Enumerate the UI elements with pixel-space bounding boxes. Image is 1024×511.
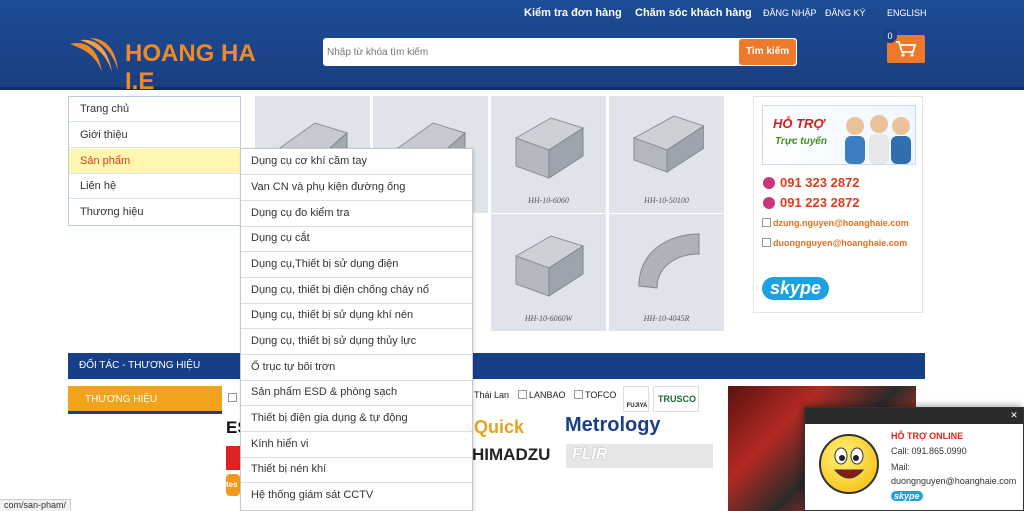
track-order-link[interactable]: Kiểm tra đơn hàng	[524, 7, 622, 19]
popup-mail-label: Mail:	[891, 462, 911, 472]
menu-item-hand-tools[interactable]: Dụng cụ cơ khí cầm tay	[241, 149, 472, 175]
search-box: Tìm kiếm	[323, 38, 797, 66]
site-logo[interactable]: HOANG HA I.E	[68, 36, 258, 95]
brand-logo[interactable]	[226, 389, 240, 409]
product-tile[interactable]: HH-10-4045R	[609, 214, 724, 331]
menu-item-electric[interactable]: Dụng cụ,Thiết bị sử dụng điện	[241, 252, 472, 278]
support-banner: HỖ TRỢ Trực tuyến	[762, 105, 916, 165]
cart-icon	[896, 41, 917, 57]
menu-item-valves[interactable]: Van CN và phụ kiện đường ống	[241, 175, 472, 201]
logo-text: HOANG HA I.E	[125, 40, 255, 95]
products-dropdown-menu: Dụng cụ cơ khí cầm tay Van CN và phụ kiệ…	[240, 148, 473, 511]
sidebar-item-about[interactable]: Giới thiệu	[69, 123, 240, 148]
search-input[interactable]	[327, 42, 732, 62]
popup-mail-value[interactable]: duongnguyen@hoanghaie.com	[891, 476, 1016, 486]
support-phone-1[interactable]: 091 323 2872	[763, 175, 860, 190]
email-icon	[762, 238, 771, 247]
aluminum-profile-image	[632, 115, 704, 173]
status-bar-url: com/san-pham/	[0, 499, 72, 511]
brand-logo-quick[interactable]: Quick	[474, 417, 524, 438]
register-link[interactable]: ĐĂNG KÝ	[825, 8, 866, 18]
top-links: Kiểm tra đơn hàng Chăm sóc khách hàng ĐĂ…	[0, 7, 1024, 21]
support-agents-image	[845, 115, 911, 164]
support-email-2[interactable]: duongnguyen@hoanghaie.com	[762, 238, 907, 248]
sidebar-item-products[interactable]: Sản phẩm	[69, 149, 240, 174]
support-title: HỖ TRỢ	[773, 116, 825, 131]
product-caption: HH-10-6060W	[524, 314, 573, 323]
broken-image-icon	[574, 390, 583, 399]
popup-title: HỖ TRỢ ONLINE	[891, 431, 964, 441]
brand-logo-shimadzu[interactable]: HIMADZU	[472, 445, 550, 465]
brand-logo[interactable]: TOFCO	[572, 386, 620, 406]
broken-image-icon	[518, 390, 527, 399]
login-link[interactable]: ĐĂNG NHẬP	[763, 8, 817, 18]
sidebar-menu: Trang chủ Giới thiệu Sản phẩm Liên hệ Th…	[68, 96, 241, 226]
popup-header: ✕	[805, 408, 1023, 424]
partners-title: ĐỐI TÁC - THƯƠNG HIỆU	[79, 360, 201, 371]
product-caption: HH-10-4045R	[643, 314, 690, 323]
close-icon[interactable]: ✕	[1009, 410, 1019, 420]
menu-item-cctv[interactable]: Hệ thống giám sát CCTV	[241, 483, 472, 509]
brand-logo-partial-testo[interactable]: tes	[226, 474, 240, 496]
customer-care-link[interactable]: Chăm sóc khách hàng	[635, 7, 752, 19]
sidebar-item-contact[interactable]: Liên hệ	[69, 174, 240, 199]
cart-button[interactable]: 0	[883, 29, 925, 63]
online-support-popup: ✕ HỖ TRỢ ONLINE Call: 091.865.0990 Mail:…	[804, 407, 1024, 511]
support-subtitle: Trực tuyến	[775, 136, 827, 147]
viber-icon	[763, 197, 775, 209]
brand-logo-partial[interactable]: ES	[226, 418, 240, 438]
sidebar-item-home[interactable]: Trang chủ	[69, 97, 240, 122]
menu-item-explosion-proof[interactable]: Dụng cụ, thiết bị điện chống cháy nổ	[241, 278, 472, 304]
product-caption: HH-10-50100	[644, 196, 689, 205]
language-link[interactable]: ENGLISH	[887, 8, 927, 18]
support-email-1[interactable]: dzung.nguyen@hoanghaie.com	[762, 218, 909, 228]
menu-item-compressor[interactable]: Thiết bị nén khí	[241, 457, 472, 483]
brand-logo-flir[interactable]: FLIR	[566, 444, 713, 468]
skype-button[interactable]: skype	[891, 491, 923, 501]
product-tile[interactable]: HH-10-50100	[609, 96, 724, 213]
partners-bar: ĐỐI TÁC - THƯƠNG HIỆU	[68, 353, 925, 379]
skype-button[interactable]: skype	[762, 277, 830, 300]
product-tile[interactable]: HH-10-6060	[491, 96, 606, 213]
aluminum-profile-image	[638, 233, 700, 289]
aluminum-profile-image	[514, 117, 585, 179]
email-icon	[762, 218, 771, 227]
menu-item-pneumatic[interactable]: Dụng cụ, thiết bị sử dụng khí nén	[241, 303, 472, 329]
menu-item-appliances[interactable]: Thiết bị điện gia dụng & tự động	[241, 406, 472, 432]
brands-tab[interactable]: THƯƠNG HIỆU	[68, 386, 222, 414]
logo-mark-icon	[70, 38, 118, 72]
support-box: HỖ TRỢ Trực tuyến 091 323 2872 091 223 2…	[753, 96, 923, 313]
brand-logo-fujiya[interactable]: FUJIYA	[623, 386, 649, 412]
brand-logo[interactable]: Thái Lan	[472, 386, 512, 406]
site-header: Kiểm tra đơn hàng Chăm sóc khách hàng ĐĂ…	[0, 0, 1024, 95]
smiley-icon	[819, 434, 879, 494]
menu-item-bearings[interactable]: Ổ trục tự bôi trơn	[241, 355, 472, 381]
brand-logo-trusco[interactable]: TRUSCO	[653, 386, 699, 412]
brand-logo[interactable]: LANBAO	[516, 386, 568, 406]
brand-logo-partial-red[interactable]	[226, 446, 240, 470]
aluminum-profile-image	[514, 235, 585, 297]
product-caption: HH-10-6060	[528, 196, 569, 205]
brand-logo-metrology[interactable]: Metrology	[565, 414, 661, 436]
menu-item-microscope[interactable]: Kính hiển vi	[241, 432, 472, 458]
search-button[interactable]: Tìm kiếm	[739, 39, 796, 65]
sidebar-item-brands[interactable]: Thương hiệu	[69, 200, 240, 225]
broken-image-icon	[228, 393, 237, 402]
product-tile[interactable]: HH-10-6060W	[491, 214, 606, 331]
viber-icon	[763, 177, 775, 189]
menu-item-esd[interactable]: Sản phẩm ESD & phòng sạch	[241, 380, 472, 406]
menu-item-hydraulic[interactable]: Dụng cụ, thiết bị sử dụng thủy lực	[241, 329, 472, 355]
support-phone-2[interactable]: 091 223 2872	[763, 195, 860, 210]
popup-call[interactable]: Call: 091.865.0990	[891, 446, 967, 456]
menu-item-measuring[interactable]: Dụng cụ đo kiểm tra	[241, 201, 472, 227]
menu-item-cutting[interactable]: Dụng cụ cắt	[241, 226, 472, 252]
